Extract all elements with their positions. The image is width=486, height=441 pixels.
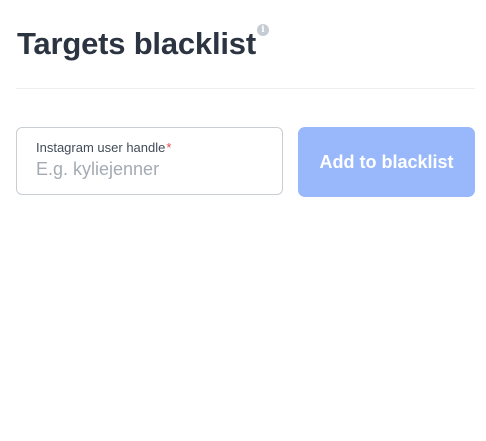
required-mark: *: [166, 140, 172, 155]
instagram-handle-field[interactable]: Instagram user handle*: [16, 127, 283, 195]
page-title: Targets blacklist: [17, 26, 256, 61]
instagram-handle-input[interactable]: [36, 157, 276, 181]
instagram-handle-label-text: Instagram user handle: [36, 140, 166, 155]
instagram-handle-label: Instagram user handle*: [36, 140, 171, 155]
header-divider: [16, 88, 475, 89]
info-icon[interactable]: i: [257, 24, 269, 36]
add-to-blacklist-button[interactable]: Add to blacklist: [298, 127, 475, 197]
